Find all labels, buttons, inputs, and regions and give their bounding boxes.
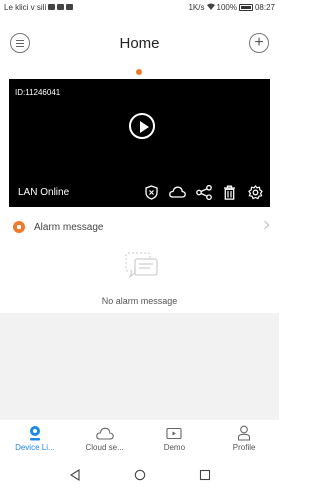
settings-icon[interactable] xyxy=(245,183,266,201)
tab-label: Cloud se... xyxy=(85,443,124,452)
tab-profile[interactable]: Profile xyxy=(209,420,279,460)
tab-label: Demo xyxy=(163,443,186,452)
clock: 08:27 xyxy=(254,2,275,12)
cloud-icon xyxy=(95,425,114,441)
network-speed: 1K/s xyxy=(188,2,205,12)
delete-icon[interactable] xyxy=(219,183,240,201)
tab-demo[interactable]: Demo xyxy=(140,420,210,460)
video-icon xyxy=(165,425,183,441)
chevron-right-icon xyxy=(260,220,270,230)
bottom-tab-bar: Device Li... Cloud se... Demo Profile xyxy=(0,420,279,460)
empty-state-text: No alarm message xyxy=(101,296,178,306)
cloud-icon[interactable] xyxy=(167,183,188,201)
battery-percent: 100% xyxy=(216,2,237,12)
alert-icon[interactable] xyxy=(141,183,162,201)
notification-icon xyxy=(57,4,65,10)
camera-icon xyxy=(26,425,44,441)
alarm-icon xyxy=(13,221,25,233)
camera-preview[interactable]: ID:11246041 LAN Online xyxy=(9,79,270,207)
recents-icon[interactable] xyxy=(198,468,212,482)
plus-icon: + xyxy=(254,34,264,51)
status-right: 1K/s 100% 08:27 xyxy=(188,3,275,12)
play-button[interactable] xyxy=(129,113,155,139)
back-icon[interactable] xyxy=(68,468,82,482)
home-icon[interactable] xyxy=(133,468,147,482)
page-indicator-dot xyxy=(136,69,142,75)
alarm-message-row[interactable]: Alarm message xyxy=(9,217,270,237)
app-header: Home + xyxy=(0,27,279,63)
content-background xyxy=(0,313,279,420)
alarm-label: Alarm message xyxy=(34,221,104,233)
status-left: Le klici v sili xyxy=(4,2,74,12)
tab-label: Device Li... xyxy=(15,443,55,452)
notification-icon xyxy=(48,4,56,10)
battery-icon xyxy=(238,3,253,11)
notification-icon xyxy=(66,4,74,10)
page-title: Home xyxy=(119,35,160,52)
empty-messages-icon xyxy=(124,249,160,283)
status-bar: Le klici v sili 1K/s 100% 08:27 xyxy=(0,0,279,14)
tab-label: Profile xyxy=(232,443,256,452)
camera-toolbar xyxy=(141,183,266,201)
person-icon xyxy=(235,425,253,441)
wifi-icon xyxy=(206,3,215,12)
device-id: ID:11246041 xyxy=(15,88,61,97)
tab-cloud-service[interactable]: Cloud se... xyxy=(70,420,140,460)
add-device-button[interactable]: + xyxy=(249,33,269,53)
tab-device-list[interactable]: Device Li... xyxy=(0,420,70,460)
share-icon[interactable] xyxy=(193,183,214,201)
status-left-text: Le klici v sili xyxy=(4,2,47,12)
connection-status: LAN Online xyxy=(18,187,70,198)
system-nav-bar xyxy=(0,460,279,490)
